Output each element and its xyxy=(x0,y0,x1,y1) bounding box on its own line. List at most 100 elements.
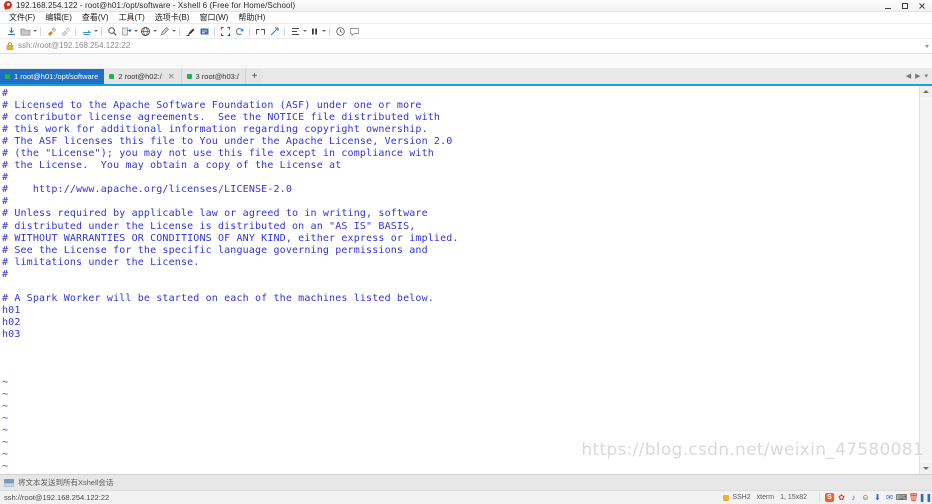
highlight-button[interactable] xyxy=(333,25,347,38)
terminal-line: ~ xyxy=(2,377,9,389)
toolbar-separator xyxy=(214,26,215,36)
sftp-browser-button[interactable] xyxy=(138,25,152,38)
status-protocol: SSH2 xyxy=(723,491,751,504)
compose-hint-bar[interactable]: 将文本发送到所有Xshell会话 xyxy=(0,474,932,490)
disconnect-button[interactable] xyxy=(58,25,72,38)
tab-session-2[interactable]: 2 root@h02:/ ✕ xyxy=(104,69,182,84)
menu-tab[interactable]: 选项卡(B) xyxy=(150,12,195,23)
terminal-line: ~ xyxy=(2,474,919,475)
compose-pane-button[interactable] xyxy=(183,25,197,38)
xshell-window: 192.168.254.122 - root@h01:/opt/software… xyxy=(0,0,932,504)
terminal-line: # contributor license agreements. See th… xyxy=(2,112,441,124)
notes-icon[interactable]: ♪ xyxy=(849,493,858,502)
terminal-line: # limitations under the License. xyxy=(2,256,200,268)
battery-icon[interactable]: ❚❚ xyxy=(919,493,932,502)
tab-nav-controls: ◀ ▶ ▾ xyxy=(903,69,932,84)
log-button[interactable] xyxy=(157,25,171,38)
connect-button[interactable] xyxy=(44,25,58,38)
terminal-line: # A Spark Worker will be started on each… xyxy=(2,292,434,304)
menu-file[interactable]: 文件(F) xyxy=(4,12,40,23)
minimize-button[interactable] xyxy=(879,0,896,11)
reconnect-button[interactable] xyxy=(79,25,93,38)
terminal-line: # xyxy=(2,172,9,184)
address-dropdown-icon[interactable] xyxy=(922,40,932,52)
comment-button[interactable] xyxy=(347,25,361,38)
terminal-line: ~ xyxy=(2,461,9,473)
tab-scroll-right-icon[interactable]: ▶ xyxy=(913,69,922,84)
status-terminal-type: xterm xyxy=(756,494,775,501)
toolbar-separator xyxy=(40,26,41,36)
clear-screen-button[interactable] xyxy=(232,25,246,38)
properties-button[interactable] xyxy=(288,25,302,38)
terminal-line: # distributed under the License is distr… xyxy=(2,220,416,232)
menu-edit[interactable]: 编辑(E) xyxy=(40,12,77,23)
toolbar-separator xyxy=(284,26,285,36)
tab-list-menu-icon[interactable]: ▾ xyxy=(922,69,930,84)
tab-session-1[interactable]: 1 root@h01:/opt/software xyxy=(0,69,105,84)
scrollbar-track[interactable] xyxy=(920,97,932,463)
terminal-line: h02 xyxy=(2,316,21,328)
open-session-caret-icon[interactable] xyxy=(32,25,37,38)
terminal-line: h01 xyxy=(2,304,21,316)
tab-label: 2 root@h02:/ xyxy=(118,72,162,81)
terminal-area: # # Licensed to the Apache Software Found… xyxy=(0,86,932,474)
terminal-screen[interactable]: # # Licensed to the Apache Software Found… xyxy=(0,86,919,474)
terminal-line: ~ xyxy=(2,425,9,437)
log-caret-icon[interactable] xyxy=(171,25,176,38)
tile-horizontally-button[interactable] xyxy=(253,25,267,38)
toolbar-separator xyxy=(179,26,180,36)
status-dimensions: 1, 15x82 xyxy=(780,494,807,501)
keyboard-icon[interactable]: ⌨ xyxy=(896,493,908,502)
terminal-line: ~ xyxy=(2,401,9,413)
send-key-button[interactable] xyxy=(197,25,211,38)
arrange-windows-button[interactable] xyxy=(267,25,281,38)
close-button[interactable] xyxy=(913,0,930,11)
pause-button[interactable] xyxy=(307,25,321,38)
fullscreen-button[interactable] xyxy=(218,25,232,38)
new-session-button[interactable] xyxy=(4,25,18,38)
tab-session-3[interactable]: 3 root@h03:/ xyxy=(181,69,246,84)
address-input[interactable]: ssh://root@192.168.254.122:22 xyxy=(18,40,922,52)
menu-bar: 文件(F) 编辑(E) 查看(V) 工具(T) 选项卡(B) 窗口(W) 帮助(… xyxy=(0,12,932,24)
terminal-line: ~ xyxy=(2,449,9,461)
address-bar[interactable]: ssh://root@192.168.254.122:22 xyxy=(0,39,932,54)
tab-label: 1 root@h01:/opt/software xyxy=(14,72,99,81)
menu-window[interactable]: 窗口(W) xyxy=(194,12,233,23)
terminal-line: # See the License for the specific langu… xyxy=(2,244,428,256)
tab-close-icon[interactable]: ✕ xyxy=(168,69,175,84)
tab-scroll-left-icon[interactable]: ◀ xyxy=(904,69,913,84)
find-button[interactable] xyxy=(105,25,119,38)
flower-icon[interactable]: ✿ xyxy=(837,493,846,502)
mail-icon[interactable]: ✉ xyxy=(885,493,894,502)
menu-tools[interactable]: 工具(T) xyxy=(114,12,150,23)
terminal-line: ~ xyxy=(2,413,9,425)
trash-icon[interactable]: 🗑 xyxy=(908,493,918,502)
terminal-line: # xyxy=(2,88,9,99)
reconnect-caret-icon[interactable] xyxy=(93,25,98,38)
new-tab-button[interactable]: + xyxy=(246,69,263,84)
menu-view[interactable]: 查看(V) xyxy=(77,12,114,23)
terminal-line: ~ xyxy=(2,437,9,449)
smiley-icon[interactable]: ☺ xyxy=(861,493,870,502)
protocol-icon xyxy=(723,494,730,501)
terminal-line: # http://www.apache.org/licenses/LICENSE… xyxy=(2,184,293,196)
download-icon[interactable]: ⬇ xyxy=(873,493,882,502)
terminal-scrollbar[interactable] xyxy=(919,86,932,474)
terminal-line: ~ xyxy=(2,389,9,401)
toolbar-separator xyxy=(101,26,102,36)
xshell-icon xyxy=(3,0,13,10)
pause-caret-icon[interactable] xyxy=(321,25,326,38)
terminal-line: # the License. You may obtain a copy of … xyxy=(2,160,342,172)
toolbar-separator xyxy=(329,26,330,36)
scroll-down-icon[interactable] xyxy=(920,463,932,474)
terminal-line: # WITHOUT WARRANTIES OR CONDITIONS OF AN… xyxy=(2,232,459,244)
terminal-line: h03 xyxy=(2,328,21,340)
sogou-input-icon[interactable]: S xyxy=(825,493,834,502)
maximize-button[interactable] xyxy=(896,0,913,11)
transfer-file-button[interactable] xyxy=(119,25,133,38)
menu-help[interactable]: 帮助(H) xyxy=(233,12,270,23)
open-session-button[interactable] xyxy=(18,25,32,38)
status-connection: ssh://root@192.168.254.122:22 xyxy=(4,493,110,502)
scroll-up-icon[interactable] xyxy=(920,86,932,97)
